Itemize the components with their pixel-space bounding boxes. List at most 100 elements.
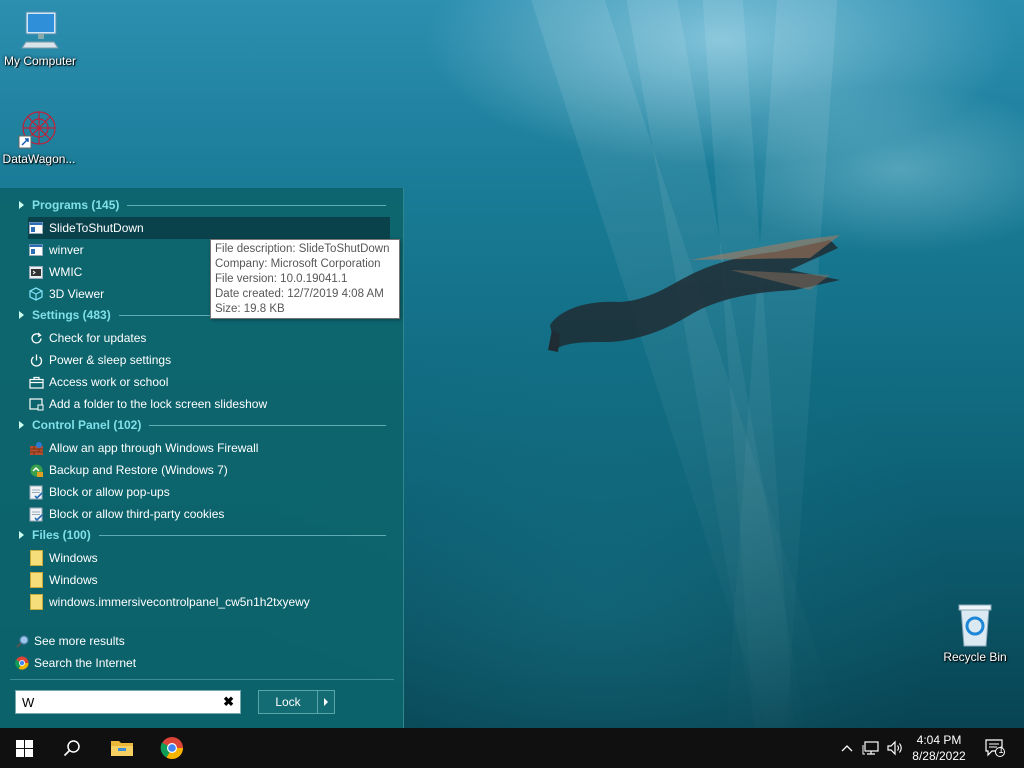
expand-arrow-icon <box>19 531 24 539</box>
backup-icon <box>28 462 44 478</box>
lock-label: Lock <box>275 695 301 709</box>
file-info-tooltip: File description: SlideToShutDown Compan… <box>210 239 400 319</box>
link-label: See more results <box>34 634 125 648</box>
internet-options-icon <box>28 506 44 522</box>
clock-date: 8/28/2022 <box>912 749 966 763</box>
taskbar-clock[interactable]: 4:04 PM 8/28/2022 <box>904 732 974 764</box>
file-explorer-button[interactable] <box>98 728 146 768</box>
tooltip-company: Company: Microsoft Corporation <box>215 258 381 270</box>
windows-logo-icon <box>15 739 33 757</box>
computer-icon <box>21 11 59 49</box>
search-input[interactable] <box>22 694 212 710</box>
item-label: Access work or school <box>49 375 169 389</box>
control-panel-item-third-party-cookies[interactable]: Block or allow third-party cookies <box>28 503 390 525</box>
folder-explorer-icon <box>111 741 133 756</box>
start-search-box[interactable]: ✖ <box>15 690 241 714</box>
desktop-icon-my-computer[interactable]: My Computer <box>0 8 80 68</box>
firewall-icon <box>28 440 44 456</box>
settings-item-access-work-school[interactable]: Access work or school <box>28 371 390 393</box>
panel-divider <box>10 679 394 680</box>
item-label: Check for updates <box>49 331 147 345</box>
folder-icon <box>28 594 44 610</box>
desktop-icon-label: Recycle Bin <box>943 650 1007 664</box>
lock-button[interactable]: Lock <box>258 690 335 714</box>
file-item-windows[interactable]: Windows <box>28 547 390 569</box>
item-label: Power & sleep settings <box>49 353 172 367</box>
tooltip-description: File description: SlideToShutDown <box>215 243 390 255</box>
chevron-up-icon <box>841 745 853 752</box>
tooltip-version: File version: 10.0.19041.1 <box>215 273 348 285</box>
file-item-windows-2[interactable]: Windows <box>28 569 390 591</box>
settings-item-check-for-updates[interactable]: Check for updates <box>28 327 390 349</box>
button-divider <box>317 691 318 713</box>
desktop-icon-datawagon[interactable]: DataWagon... <box>0 106 79 166</box>
swimmer-silhouette <box>548 235 840 352</box>
window-app-icon <box>28 220 44 236</box>
section-divider <box>127 204 386 206</box>
see-more-results-link[interactable]: See more results <box>14 631 125 651</box>
internet-options-icon <box>28 484 44 500</box>
section-divider <box>98 534 386 536</box>
file-item-immersivecontrolpanel[interactable]: windows.immersivecontrolpanel_cw5n1h2txy… <box>28 591 390 613</box>
section-header-files[interactable]: Files (100) <box>16 525 386 545</box>
section-title: Programs (145) <box>32 198 120 212</box>
desktop-icon-label: DataWagon... <box>2 152 76 166</box>
section-header-programs[interactable]: Programs (145) <box>16 195 386 215</box>
volume-tray-button[interactable] <box>886 738 904 758</box>
item-label: Windows <box>49 573 98 587</box>
power-icon <box>28 352 44 368</box>
folder-icon <box>28 572 44 588</box>
expand-arrow-icon <box>19 311 24 319</box>
clear-search-icon[interactable]: ✖ <box>223 694 234 710</box>
briefcase-icon <box>28 374 44 390</box>
item-label: Windows <box>49 551 98 565</box>
item-label: Allow an app through Windows Firewall <box>49 441 259 455</box>
settings-item-lock-screen-slideshow[interactable]: Add a folder to the lock screen slidesho… <box>28 393 390 415</box>
item-label: 3D Viewer <box>49 287 105 301</box>
tooltip-date-created: Date created: 12/7/2019 4:08 AM <box>215 288 384 300</box>
console-app-icon <box>28 264 44 280</box>
expand-arrow-icon <box>19 421 24 429</box>
item-label: Backup and Restore (Windows 7) <box>49 463 228 477</box>
window-app-icon <box>28 242 44 258</box>
magnifier-icon <box>14 633 30 649</box>
section-divider <box>149 424 386 426</box>
action-center-button[interactable]: 1 <box>984 738 1006 758</box>
expand-arrow-icon <box>19 201 24 209</box>
section-title: Files (100) <box>32 528 91 542</box>
control-panel-item-block-popups[interactable]: Block or allow pop-ups <box>28 481 390 503</box>
item-label: Block or allow pop-ups <box>49 485 170 499</box>
settings-item-power-sleep[interactable]: Power & sleep settings <box>28 349 390 371</box>
chrome-icon <box>160 737 183 759</box>
taskbar: 4:04 PM 8/28/2022 1 <box>0 728 1024 768</box>
search-internet-link[interactable]: Search the Internet <box>14 653 136 673</box>
slideshow-icon <box>28 396 44 412</box>
speaker-icon <box>887 740 902 756</box>
item-label: winver <box>49 243 84 257</box>
control-panel-item-firewall[interactable]: Allow an app through Windows Firewall <box>28 437 390 459</box>
desktop-icon-label: My Computer <box>3 54 77 68</box>
control-panel-item-backup-restore[interactable]: Backup and Restore (Windows 7) <box>28 459 390 481</box>
chrome-taskbar-button[interactable] <box>148 728 196 768</box>
link-label: Search the Internet <box>34 656 137 670</box>
start-button[interactable] <box>0 728 48 768</box>
chrome-icon <box>14 655 30 671</box>
folder-icon <box>28 550 44 566</box>
program-item-slidetoshutdown[interactable]: SlideToShutDown <box>28 217 390 239</box>
search-button[interactable] <box>48 728 96 768</box>
power-options-arrow-icon[interactable] <box>324 698 328 706</box>
section-title: Settings (483) <box>32 308 111 322</box>
network-tray-button[interactable] <box>862 738 880 758</box>
clock-time: 4:04 PM <box>916 733 962 747</box>
cube-icon <box>28 286 44 302</box>
search-icon <box>63 740 80 757</box>
notification-count: 1 <box>998 745 1004 755</box>
section-header-control-panel[interactable]: Control Panel (102) <box>16 415 386 435</box>
show-hidden-icons-button[interactable] <box>838 738 856 758</box>
item-label: WMIC <box>49 265 83 279</box>
item-label: Add a folder to the lock screen slidesho… <box>49 397 268 411</box>
recycle-bin-icon <box>958 604 992 647</box>
desktop-icon-recycle-bin[interactable]: Recycle Bin <box>935 602 1015 664</box>
item-label: windows.immersivecontrolpanel_cw5n1h2txy… <box>49 595 310 609</box>
network-icon <box>862 741 879 755</box>
